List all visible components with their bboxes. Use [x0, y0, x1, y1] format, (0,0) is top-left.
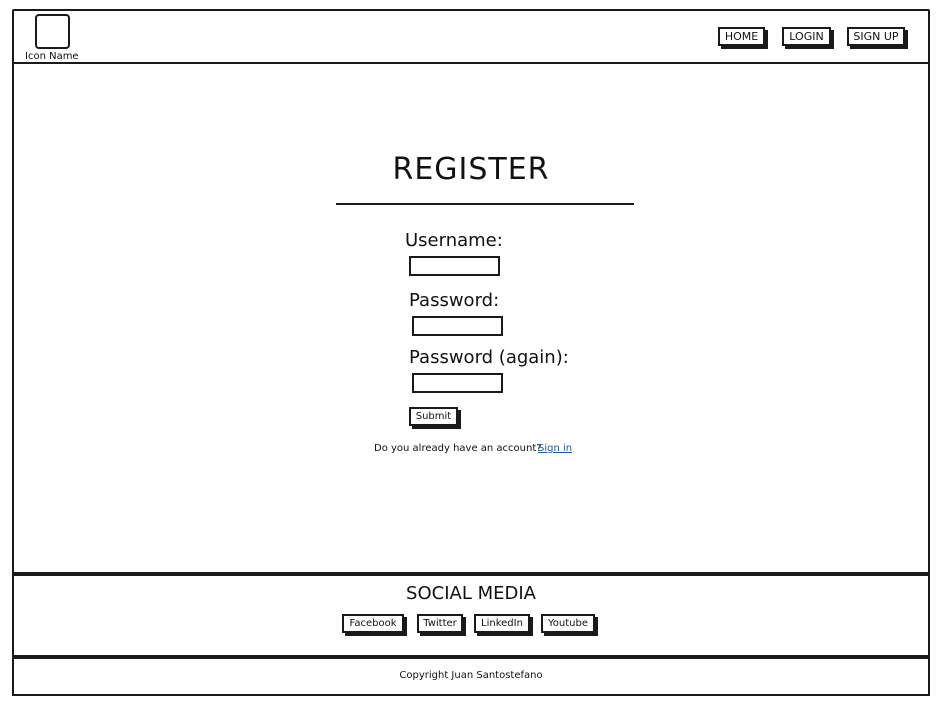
title-divider — [336, 203, 634, 205]
logo-label: Icon Name — [25, 51, 79, 62]
social-media-section: SOCIAL MEDIA Facebook Twitter LinkedIn Y… — [12, 574, 930, 657]
logo-icon[interactable] — [35, 14, 70, 49]
youtube-button[interactable]: Youtube — [541, 614, 595, 633]
submit-button[interactable]: Submit — [409, 407, 458, 426]
nav-login-button[interactable]: LOGIN — [782, 27, 831, 46]
copyright-text: Copyright Juan Santostefano — [399, 670, 543, 681]
password-label: Password: — [409, 290, 500, 311]
password-again-input[interactable] — [412, 373, 503, 393]
twitter-button[interactable]: Twitter — [417, 614, 463, 633]
header-bar: Icon Name HOME LOGIN SIGN UP — [12, 9, 930, 64]
password-input[interactable] — [412, 316, 503, 336]
nav-signup-button[interactable]: SIGN UP — [847, 27, 905, 46]
signin-prompt: Do you already have an account? — [374, 443, 542, 454]
nav-home-button[interactable]: HOME — [718, 27, 765, 46]
password-again-label: Password (again): — [409, 347, 569, 368]
signin-link[interactable]: Sign in — [538, 443, 572, 454]
username-input[interactable] — [409, 256, 500, 276]
page-title: REGISTER — [392, 152, 550, 187]
copyright-footer: Copyright Juan Santostefano — [12, 657, 930, 696]
facebook-button[interactable]: Facebook — [342, 614, 404, 633]
register-panel: REGISTER Username: Password: Password (a… — [12, 62, 930, 574]
username-label: Username: — [405, 230, 503, 251]
social-media-title: SOCIAL MEDIA — [406, 583, 536, 604]
linkedin-button[interactable]: LinkedIn — [474, 614, 530, 633]
